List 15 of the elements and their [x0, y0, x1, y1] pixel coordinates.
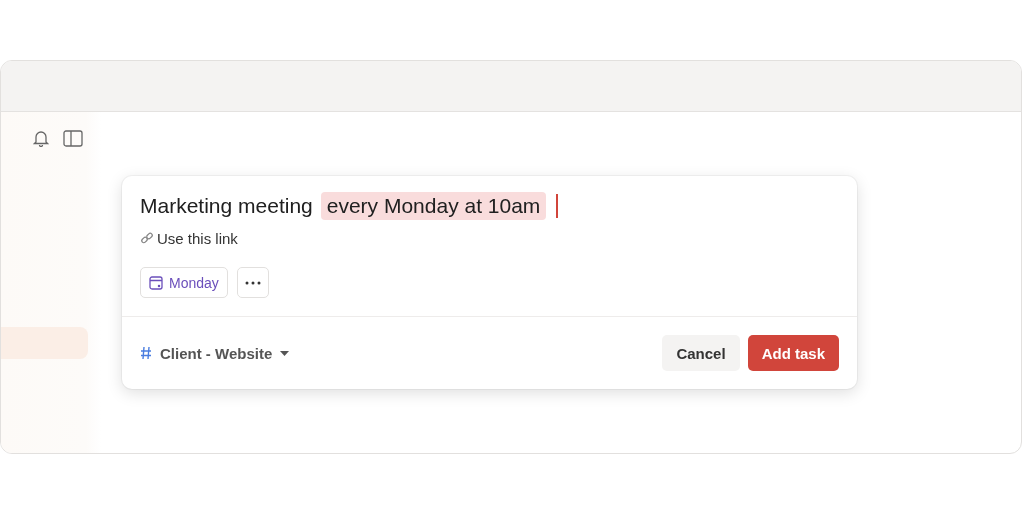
project-selector[interactable]: Client - Website: [140, 344, 290, 362]
bell-icon[interactable]: [33, 130, 49, 147]
link-icon: [140, 231, 154, 246]
add-task-button[interactable]: Add task: [747, 335, 839, 371]
cancel-button[interactable]: Cancel: [662, 335, 740, 371]
calendar-icon: [149, 275, 163, 290]
sidebar-toggle-icon[interactable]: [63, 130, 83, 147]
text-cursor: [556, 194, 559, 218]
hashtag-icon: [140, 346, 152, 360]
task-title: Marketing meeting: [140, 194, 313, 218]
more-icon: [244, 280, 261, 285]
date-chip[interactable]: Monday: [140, 267, 228, 298]
recurrence-highlight: every Monday at 10am: [320, 192, 547, 220]
task-description: Use this link: [157, 230, 238, 247]
caret-icon: [280, 350, 290, 356]
